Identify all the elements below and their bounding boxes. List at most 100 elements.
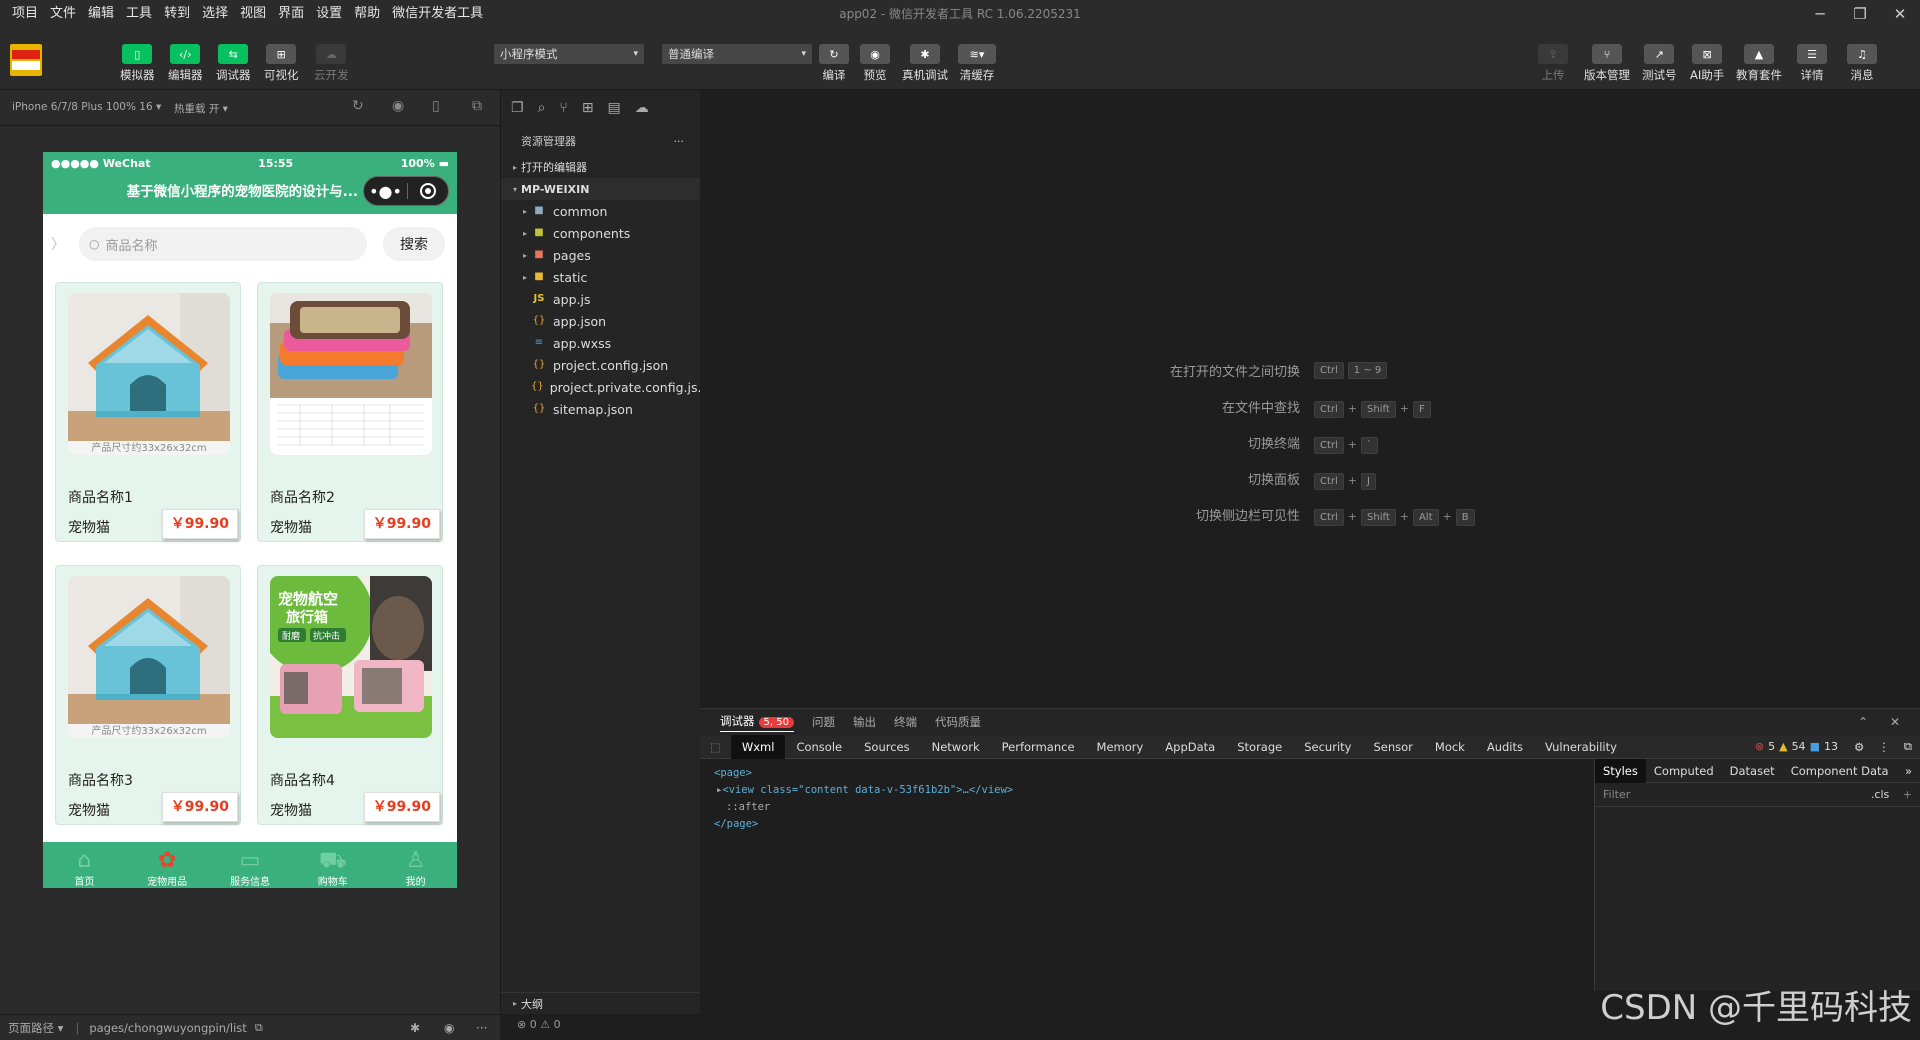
file-app-json[interactable]: {} app.json: [501, 310, 700, 332]
menu-item-help[interactable]: 帮助: [348, 0, 386, 28]
details-button[interactable]: ☰ 详情: [1797, 44, 1827, 83]
tab-console[interactable]: Console: [785, 735, 853, 759]
eye-icon[interactable]: ◉: [444, 1021, 454, 1035]
filter-input[interactable]: Filter: [1603, 788, 1630, 801]
dom-node[interactable]: ▸<view class="content data-v-53f61b2b">……: [714, 782, 1580, 799]
compile-button[interactable]: ↻ 编译: [819, 44, 849, 83]
menu-item-goto[interactable]: 转到: [158, 0, 196, 28]
issue-counts[interactable]: ⊗ 5 ▲ 54 ■ 13: [1755, 740, 1846, 753]
menu-item-edit[interactable]: 编辑: [82, 0, 120, 28]
open-editors-section[interactable]: ▸ 打开的编辑器: [501, 156, 700, 178]
device-select[interactable]: iPhone 6/7/8 Plus 100% 16 ▾: [12, 101, 161, 113]
tab-appdata[interactable]: AppData: [1154, 735, 1226, 759]
page-path-label[interactable]: 页面路径 ▾: [8, 1020, 63, 1036]
tab-sensor[interactable]: Sensor: [1362, 735, 1423, 759]
chevron-right-icon[interactable]: 〉: [51, 234, 65, 254]
editor-button[interactable]: ‹/› 编辑器: [168, 44, 203, 83]
menu-item-interface[interactable]: 界面: [272, 0, 310, 28]
compile-select[interactable]: 普通编译 ▾: [662, 44, 812, 64]
outline-section[interactable]: ▸ 大纲: [501, 992, 701, 1014]
file-project-private-config[interactable]: {} project.private.config.js...: [501, 376, 709, 398]
tab-dataset[interactable]: Dataset: [1722, 759, 1783, 783]
reload-icon[interactable]: ↻: [352, 98, 364, 114]
folder-components[interactable]: ▸ ■ components: [501, 222, 700, 244]
tab-memory[interactable]: Memory: [1086, 735, 1155, 759]
dock-icon[interactable]: ⧉: [1896, 739, 1920, 754]
chevron-right-icon[interactable]: »: [1897, 759, 1920, 783]
menu-item-file[interactable]: 文件: [44, 0, 82, 28]
menu-item-view[interactable]: 视图: [234, 0, 272, 28]
preview-button[interactable]: ◉ 预览: [860, 44, 890, 83]
add-icon[interactable]: +: [1903, 788, 1912, 801]
inspect-icon[interactable]: ⬚: [700, 740, 731, 754]
cloud-dev-button[interactable]: ☁ 云开发: [314, 44, 349, 83]
visualize-button[interactable]: ⊞ 可视化: [264, 44, 299, 83]
restore-icon[interactable]: ❐: [1840, 0, 1880, 28]
menu-item-wechat-devtools[interactable]: 微信开发者工具: [386, 0, 489, 28]
tab-terminal[interactable]: 终端: [894, 714, 917, 730]
record-icon[interactable]: ◉: [392, 98, 404, 114]
tab-debugger[interactable]: 调试器 5, 50: [720, 713, 794, 732]
search-input[interactable]: ○ 商品名称: [79, 227, 367, 261]
menu-item-tools[interactable]: 工具: [120, 0, 158, 28]
debugger-button[interactable]: ⇆ 调试器: [216, 44, 251, 83]
tab-vulnerability[interactable]: Vulnerability: [1534, 735, 1628, 759]
close-window-icon[interactable]: ✕: [1880, 0, 1920, 28]
simulator-button[interactable]: ▯ 模拟器: [120, 44, 155, 83]
file-project-config[interactable]: {} project.config.json: [501, 354, 700, 376]
file-app-wxss[interactable]: ≡ app.wxss: [501, 332, 700, 354]
branch-icon[interactable]: ⑂: [559, 100, 567, 116]
tab-wxml[interactable]: Wxml: [730, 734, 786, 759]
chevron-up-icon[interactable]: ⌃: [1858, 715, 1868, 729]
tab-code-quality[interactable]: 代码质量: [935, 714, 981, 730]
tab-storage[interactable]: Storage: [1226, 735, 1293, 759]
tab-home[interactable]: ⌂ 首页: [43, 842, 126, 889]
clear-cache-button[interactable]: ≋▾ 清缓存: [958, 44, 996, 83]
capsule-button[interactable]: •●•: [363, 176, 449, 206]
dom-node[interactable]: <page>: [714, 765, 1580, 782]
tab-pet-supplies[interactable]: ✿ 宠物用品: [126, 842, 209, 889]
menu-item-settings[interactable]: 设置: [310, 0, 348, 28]
file-sitemap[interactable]: {} sitemap.json: [501, 398, 700, 420]
product-card[interactable]: 产品尺寸约33x26x32cm 商品名称3 宠物猫 ￥99.90: [55, 565, 241, 825]
tab-output[interactable]: 输出: [853, 714, 876, 730]
version-control-button[interactable]: ⑂ 版本管理: [1584, 44, 1630, 83]
menu-item-select[interactable]: 选择: [196, 0, 234, 28]
tab-computed[interactable]: Computed: [1646, 759, 1722, 783]
problems-count[interactable]: ⊗ 0 ⚠ 0: [517, 1018, 561, 1031]
search-icon[interactable]: ⌕: [538, 100, 546, 116]
messages-button[interactable]: ♫ 消息: [1847, 44, 1877, 83]
tab-services[interactable]: ▭ 服务信息: [209, 842, 292, 889]
tab-audits[interactable]: Audits: [1476, 735, 1534, 759]
close-capsule-icon[interactable]: [408, 183, 448, 199]
tab-mock[interactable]: Mock: [1424, 735, 1476, 759]
project-section[interactable]: ▾ MP-WEIXIN: [501, 178, 700, 200]
more-icon[interactable]: ···: [476, 1021, 487, 1035]
device-icon[interactable]: ▯: [432, 98, 440, 114]
product-card[interactable]: 宠物航空 旅行箱 耐磨 抗冲击 商品名称4 宠物猫 ￥99.90: [257, 565, 443, 825]
project-avatar[interactable]: [10, 44, 42, 76]
more-icon[interactable]: •●•: [364, 182, 407, 201]
folder-static[interactable]: ▸ ■ static: [501, 266, 700, 288]
storage-icon[interactable]: ▤: [608, 100, 621, 116]
popout-icon[interactable]: ⧉: [472, 98, 482, 114]
mode-select[interactable]: 小程序模式 ▾: [494, 44, 644, 64]
folder-pages[interactable]: ▸ ■ pages: [501, 244, 700, 266]
cloud-icon[interactable]: ☁: [635, 100, 649, 116]
tab-mine[interactable]: ♙ 我的: [374, 842, 457, 889]
file-app-js[interactable]: JS app.js: [501, 288, 700, 310]
files-icon[interactable]: ❐: [511, 100, 524, 116]
folder-common[interactable]: ▸ ■ common: [501, 200, 700, 222]
extensions-icon[interactable]: ⊞: [582, 100, 594, 116]
tab-problems[interactable]: 问题: [812, 714, 835, 730]
test-account-button[interactable]: ↗ 测试号: [1642, 44, 1677, 83]
product-card[interactable]: 商品名称2 宠物猫 ￥99.90: [257, 282, 443, 542]
menu-item-project[interactable]: 项目: [6, 0, 44, 28]
tab-styles[interactable]: Styles: [1595, 758, 1646, 783]
tab-security[interactable]: Security: [1293, 735, 1362, 759]
copy-icon[interactable]: ⧉: [255, 1021, 263, 1035]
tab-performance[interactable]: Performance: [991, 735, 1086, 759]
gear-icon[interactable]: ⚙: [1846, 740, 1872, 754]
minimize-icon[interactable]: ─: [1800, 0, 1840, 28]
hot-reload-toggle[interactable]: 热重载 开 ▾: [174, 101, 228, 116]
